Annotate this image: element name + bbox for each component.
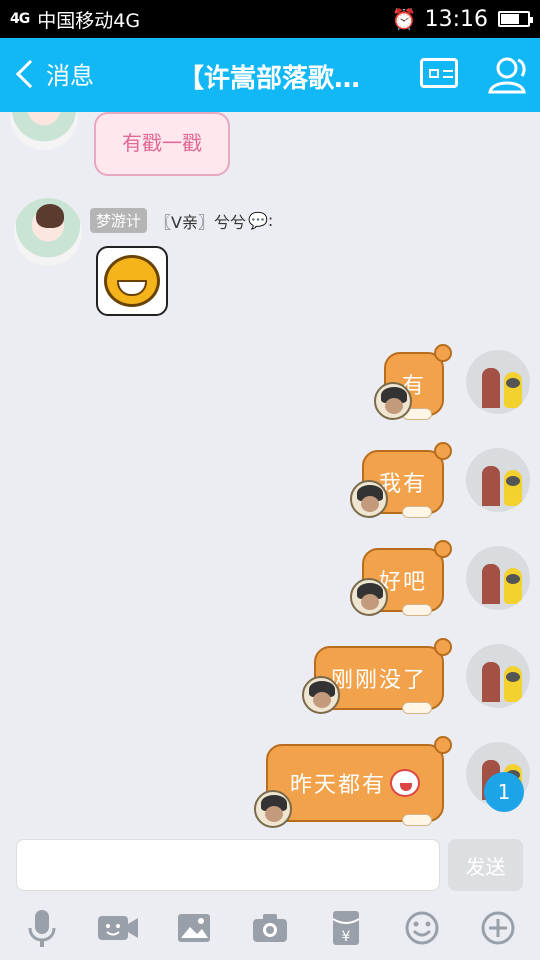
member-title-badge: 梦游计 xyxy=(90,208,148,233)
avatar[interactable] xyxy=(466,546,530,610)
avatar[interactable] xyxy=(466,644,530,708)
message-text: 刚刚没了 xyxy=(330,668,427,693)
emoji-icon[interactable] xyxy=(398,904,446,952)
back-label: 消息 xyxy=(46,62,94,90)
image-icon[interactable] xyxy=(170,904,218,952)
grin-emoji-icon xyxy=(104,255,160,307)
speech-icon: 💬 xyxy=(247,211,268,230)
input-toolbar: ¥ xyxy=(0,895,540,960)
message-text: 有戳一戳 xyxy=(122,131,202,155)
camera-icon[interactable] xyxy=(246,904,294,952)
microphone-icon[interactable] xyxy=(18,904,66,952)
clock: 13:16 xyxy=(424,6,488,32)
avatar[interactable] xyxy=(466,350,530,414)
bubble-sticker-icon xyxy=(254,790,292,828)
chevron-left-icon xyxy=(15,59,45,88)
video-icon[interactable] xyxy=(94,904,142,952)
chat-area[interactable]: 有戳一戳 梦游计 〖V亲〗兮兮 💬 : 有 我有 好吧 刚刚没了 昨天都有 xyxy=(0,112,540,835)
svg-text:¥: ¥ xyxy=(342,929,351,945)
bubble-sticker-icon xyxy=(350,578,388,616)
crying-laugh-emoji-icon xyxy=(390,769,420,797)
message-text: 昨天都有 xyxy=(289,773,386,798)
bubble-sticker-icon xyxy=(302,676,340,714)
emoji-bubble[interactable] xyxy=(96,246,168,316)
message-bubble[interactable]: 昨天都有 xyxy=(266,736,452,826)
signal-icon: 4G xyxy=(10,11,30,27)
plus-icon[interactable] xyxy=(474,904,522,952)
avatar[interactable] xyxy=(10,112,78,150)
sender-name: 〖V亲〗兮兮 xyxy=(155,212,246,232)
battery-fill xyxy=(501,14,520,24)
sender-line: 梦游计 〖V亲〗兮兮 💬 : xyxy=(90,208,273,233)
message-input[interactable] xyxy=(16,839,440,891)
input-row: 发送 xyxy=(0,835,540,895)
unread-count-badge[interactable]: 1 xyxy=(484,772,524,812)
back-button[interactable]: 消息 xyxy=(14,56,94,91)
red-packet-icon[interactable]: ¥ xyxy=(322,904,370,952)
send-button[interactable]: 发送 xyxy=(448,839,523,891)
group-members-icon[interactable] xyxy=(484,52,530,98)
battery-icon xyxy=(498,11,533,27)
alarm-icon: ⏰ xyxy=(391,7,417,31)
group-info-icon[interactable] xyxy=(420,58,458,88)
chat-title: 【许嵩部落歌… xyxy=(178,64,361,94)
sticker-bubble[interactable]: 有戳一戳 xyxy=(94,112,230,176)
avatar[interactable] xyxy=(466,448,530,512)
sender-suffix: : xyxy=(267,211,274,230)
avatar[interactable] xyxy=(14,198,82,266)
status-bar: 4G 中国移动4G ⏰ 13:16 xyxy=(0,0,540,38)
bubble-sticker-icon xyxy=(350,480,388,518)
carrier-name: 中国移动4G xyxy=(37,9,141,32)
title-bar: 消息 【许嵩部落歌… xyxy=(0,38,540,112)
bubble-sticker-icon xyxy=(374,382,412,420)
